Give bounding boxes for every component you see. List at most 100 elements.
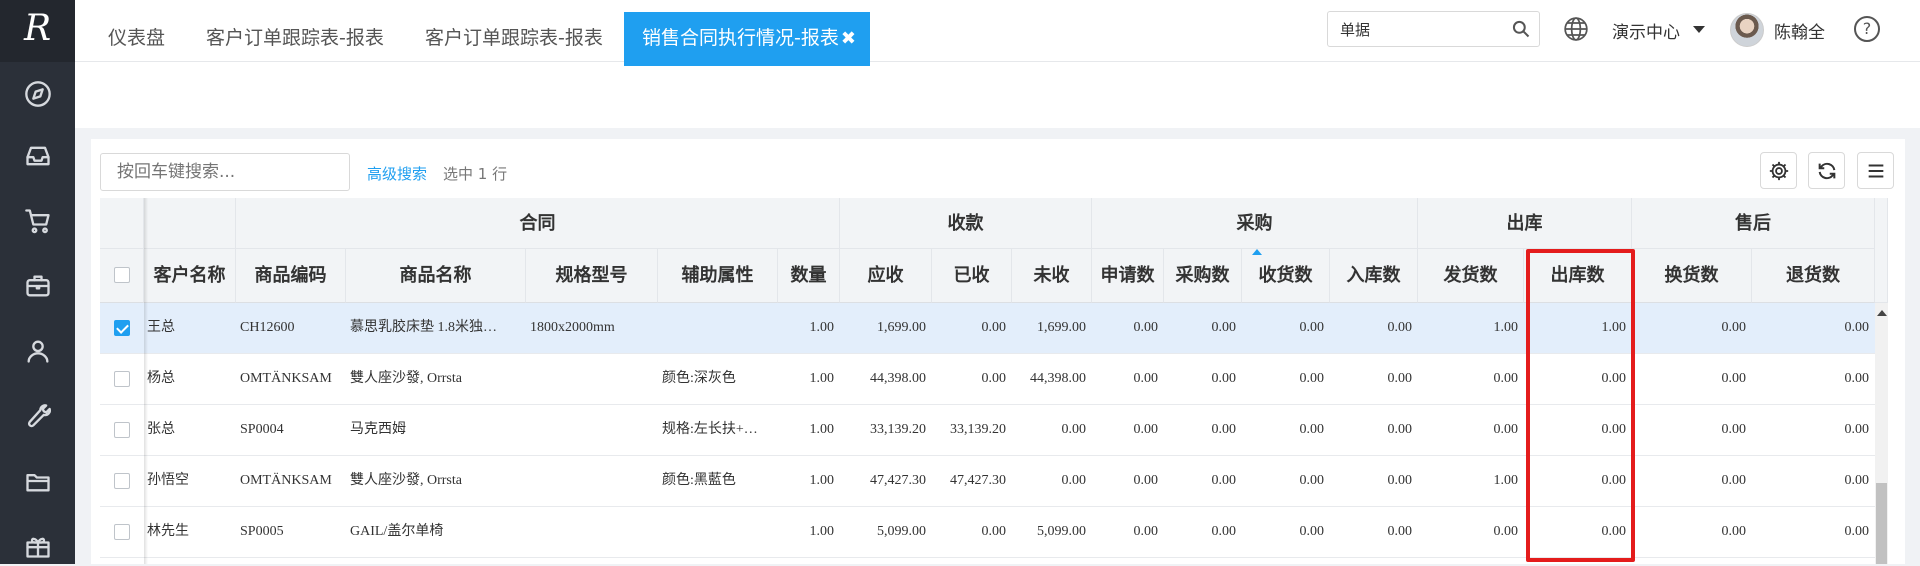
avatar[interactable]: [1730, 13, 1764, 47]
compass-icon[interactable]: [0, 74, 75, 114]
col-header-purchased[interactable]: 采购数: [1164, 249, 1242, 303]
col-header-customer[interactable]: 客户名称: [144, 249, 236, 303]
tab-order-tracking-1[interactable]: 客户订单跟踪表-报表: [194, 12, 396, 66]
cell-exchanged: 0.00: [1721, 371, 1747, 386]
cell-purchased: 0.00: [1211, 320, 1237, 335]
settings-button[interactable]: [1760, 152, 1797, 189]
cell-exchanged: 0.00: [1721, 422, 1747, 437]
col-header-aux-attr[interactable]: 辅助属性: [658, 249, 778, 303]
row-checkbox[interactable]: [114, 524, 130, 540]
close-icon[interactable]: ✖: [841, 28, 856, 49]
table-search-input[interactable]: [101, 154, 349, 190]
table-row[interactable]: 杨总 OMTÄNKSAM 雙人座沙發, Orrsta 颜色:深灰色 1.00 44,398…: [100, 354, 1875, 405]
select-all-checkbox[interactable]: [114, 267, 130, 283]
cell-goods-received: 0.00: [1299, 524, 1325, 539]
cell-product-name: 马克西姆: [350, 422, 406, 437]
inbox-icon[interactable]: [0, 136, 75, 176]
col-header-shipped[interactable]: 发货数: [1418, 249, 1524, 303]
col-header-received[interactable]: 已收: [932, 249, 1012, 303]
help-icon[interactable]: ?: [1854, 16, 1880, 42]
select-group-header: [100, 198, 144, 249]
gear-icon: [1769, 161, 1788, 180]
cell-goods-received: 0.00: [1299, 320, 1325, 335]
table-row[interactable]: 林先生 SP0005 GAIL/盖尔单椅 1.00 5,099.00 0.00 5,099.…: [100, 507, 1875, 558]
col-header-stocked-in[interactable]: 入库数: [1330, 249, 1418, 303]
user-name[interactable]: 陈翰全: [1774, 18, 1825, 43]
tab-order-tracking-2[interactable]: 客户订单跟踪表-报表: [413, 12, 615, 66]
row-checkbox[interactable]: [114, 371, 130, 387]
cell-receivable: 33,139.20: [870, 422, 926, 437]
cell-spec: 1800x2000mm: [530, 320, 615, 335]
cell-customer: 张总: [147, 422, 175, 437]
col-header-returned[interactable]: 退货数: [1752, 249, 1875, 303]
scrollbar-corner: [1875, 198, 1888, 303]
columns-menu-button[interactable]: [1857, 152, 1894, 189]
cell-qty: 1.00: [809, 320, 835, 335]
table-row[interactable]: 张总 SP0004 马克西姆 规格:左长扶+… 1.00 33,139.20 33,139.…: [100, 405, 1875, 456]
folder-icon[interactable]: [0, 461, 75, 501]
frozen-column-shadow: [144, 198, 148, 564]
wrench-icon[interactable]: [0, 396, 75, 436]
col-header-product-name[interactable]: 商品名称: [346, 249, 526, 303]
search-icon[interactable]: [1511, 19, 1531, 39]
table-row[interactable]: 王总 CH12600 慕思乳胶床垫 1.8米独… 1800x2000mm 1.00 1,6…: [100, 303, 1875, 354]
col-header-product-code[interactable]: 商品编码: [236, 249, 346, 303]
cell-stocked-in: 0.00: [1387, 422, 1413, 437]
cart-icon[interactable]: [0, 201, 75, 241]
global-search[interactable]: [1327, 11, 1540, 47]
global-search-input[interactable]: [1340, 20, 1500, 38]
cell-receivable: 5,099.00: [877, 524, 926, 539]
chevron-down-icon[interactable]: [1693, 26, 1705, 33]
tab-contract-execution[interactable]: 销售合同执行情况-报表 ✖: [624, 12, 870, 66]
briefcase-icon[interactable]: [0, 266, 75, 306]
table-search[interactable]: [100, 153, 350, 191]
cell-outstanding: 1,699.00: [1037, 320, 1086, 335]
cell-shipped: 1.00: [1493, 320, 1519, 335]
globe-icon[interactable]: [1563, 16, 1589, 42]
row-checkbox[interactable]: [114, 422, 130, 438]
cell-product-name: 雙人座沙發, Orrsta: [350, 371, 462, 386]
sort-indicator-icon[interactable]: [1252, 249, 1262, 255]
cell-qty: 1.00: [809, 371, 835, 386]
col-header-outstanding[interactable]: 未收: [1012, 249, 1092, 303]
refresh-button[interactable]: [1808, 152, 1845, 189]
cell-shipped: 0.00: [1493, 524, 1519, 539]
gift-icon[interactable]: [0, 526, 75, 566]
advanced-search-link[interactable]: 高级搜索: [367, 163, 427, 184]
row-checkbox[interactable]: [114, 320, 130, 336]
cell-aux-attr: 颜色:深灰色: [662, 371, 736, 386]
cell-stocked-in: 0.00: [1387, 371, 1413, 386]
frozen-group-header: [144, 198, 236, 249]
col-header-requested[interactable]: 申请数: [1092, 249, 1164, 303]
app-logo[interactable]: R: [0, 0, 75, 62]
col-header-receivable[interactable]: 应收: [840, 249, 932, 303]
cell-received: 0.00: [981, 320, 1007, 335]
scroll-up-arrow[interactable]: [1877, 310, 1887, 316]
tab-dashboard[interactable]: 仪表盘: [96, 12, 177, 66]
cell-returned: 0.00: [1844, 320, 1870, 335]
group-header-outbound: 出库: [1418, 198, 1632, 249]
col-header-outbound[interactable]: 出库数: [1524, 249, 1632, 303]
vertical-scrollbar[interactable]: [1875, 303, 1888, 564]
row-checkbox[interactable]: [114, 473, 130, 489]
cell-purchased: 0.00: [1211, 422, 1237, 437]
cell-returned: 0.00: [1844, 422, 1870, 437]
cell-goods-received: 0.00: [1299, 371, 1325, 386]
cell-returned: 0.00: [1844, 524, 1870, 539]
user-icon[interactable]: [0, 331, 75, 371]
scrollbar-thumb[interactable]: [1876, 483, 1887, 564]
cell-aux-attr: [658, 303, 778, 353]
org-switcher[interactable]: 演示中心: [1612, 18, 1680, 43]
col-header-goods-received[interactable]: 收货数: [1242, 249, 1330, 303]
cell-outstanding: 5,099.00: [1037, 524, 1086, 539]
group-header-purchase: 采购: [1092, 198, 1418, 249]
col-header-spec[interactable]: 规格型号: [526, 249, 658, 303]
sidebar: R: [0, 0, 75, 564]
cell-receivable: 47,427.30: [870, 473, 926, 488]
table-row[interactable]: 孙悟空 OMTÄNKSAM 雙人座沙發, Orrsta 颜色:黑藍色 1.00 47,42…: [100, 456, 1875, 507]
cell-outbound: 0.00: [1601, 422, 1627, 437]
cell-requested: 0.00: [1133, 524, 1159, 539]
cell-purchased: 0.00: [1211, 473, 1237, 488]
col-header-exchanged[interactable]: 换货数: [1632, 249, 1752, 303]
col-header-qty[interactable]: 数量: [778, 249, 840, 303]
